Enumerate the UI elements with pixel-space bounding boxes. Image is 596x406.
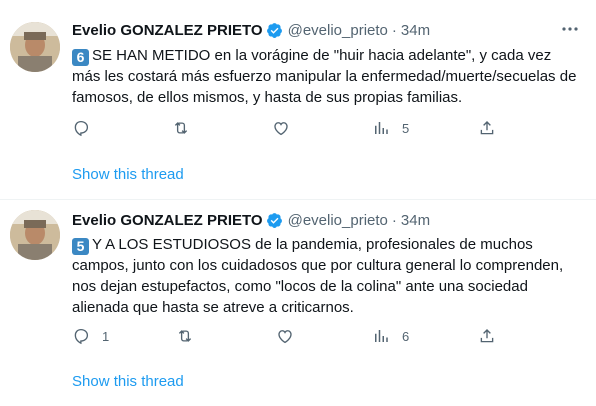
tweet-actions: 5 [72,119,512,139]
avatar[interactable] [10,210,60,260]
views-button[interactable]: 6 [372,327,409,345]
like-icon [274,122,288,136]
share-button[interactable] [478,327,496,345]
retweet-button[interactable] [176,327,206,345]
number-badge: 5 [72,238,89,255]
show-thread-link[interactable]: Show this thread [72,166,184,183]
reply-icon [74,120,89,137]
tweet-header: Evelio GONZALEZ PRIETO @evelio_prieto · … [72,20,430,40]
views-icon [375,330,388,342]
reply-button[interactable] [72,119,102,137]
verified-badge-icon [266,22,283,39]
share-icon [480,121,494,135]
retweet-button[interactable] [172,119,202,137]
verified-badge-icon [266,212,283,229]
avatar[interactable] [10,22,60,72]
timestamp[interactable]: 34m [401,212,430,229]
like-button[interactable] [276,327,306,345]
number-badge: 6 [72,49,89,66]
views-count: 5 [402,120,410,136]
tweet-header: Evelio GONZALEZ PRIETO @evelio_prieto · … [72,210,430,230]
reply-count: 1 [102,328,110,344]
tweet-actions: 1 6 [72,327,512,347]
tweet-text: 5Y A LOS ESTUDIOSOS de la pandemia, prof… [72,234,582,318]
timestamp[interactable]: 34m [401,22,430,39]
separator: · [391,21,397,39]
share-button[interactable] [478,119,496,137]
retweet-icon [174,122,188,134]
author-handle[interactable]: @evelio_prieto [288,22,388,39]
author-name[interactable]: Evelio GONZALEZ PRIETO [72,22,263,39]
retweet-icon [178,330,192,342]
tweet-text-content: Y A LOS ESTUDIOSOS de la pandemia, profe… [72,236,564,316]
share-icon [480,329,494,343]
show-thread-link[interactable]: Show this thread [72,373,184,390]
views-count: 6 [402,328,410,344]
like-button[interactable] [272,119,302,137]
tweet-text-content: SE HAN METIDO en la vorágine de "huir ha… [72,47,577,106]
tweet[interactable]: Evelio GONZALEZ PRIETO @evelio_prieto · … [0,0,596,200]
reply-button[interactable]: 1 [72,327,109,345]
author-name[interactable]: Evelio GONZALEZ PRIETO [72,212,263,229]
tweet[interactable]: Evelio GONZALEZ PRIETO @evelio_prieto · … [0,200,596,406]
views-icon [375,122,388,134]
author-handle[interactable]: @evelio_prieto [288,212,388,229]
reply-icon [74,328,89,345]
separator: · [391,211,397,229]
views-button[interactable]: 5 [372,119,409,137]
tweet-text: 6 SE HAN METIDO en la vorágine de "huir h… [72,45,582,108]
more-options-icon[interactable] [560,19,580,39]
like-icon [278,330,292,344]
